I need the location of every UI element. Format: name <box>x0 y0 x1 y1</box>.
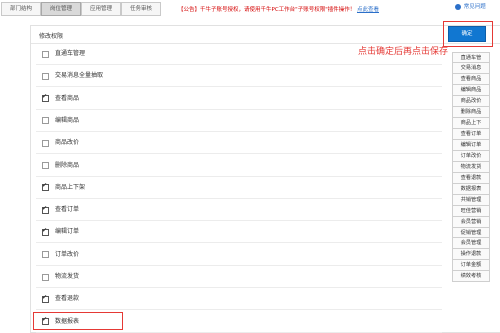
side-list-item[interactable]: 共销管理 <box>452 194 490 206</box>
permission-checkbox[interactable] <box>42 205 49 214</box>
row-divider <box>36 287 442 288</box>
permission-row[interactable]: 查看退款 <box>42 294 80 303</box>
side-list-item[interactable]: 查看退款 <box>452 172 490 184</box>
permission-checkbox[interactable] <box>42 294 49 303</box>
permission-row[interactable]: 直通车管理 <box>42 50 85 58</box>
permission-label: 物流发货 <box>55 273 80 280</box>
row-divider <box>36 153 442 155</box>
row-divider <box>36 309 442 311</box>
permission-label: 删除商品 <box>55 161 80 169</box>
highlight-box <box>33 312 123 330</box>
user-help-icon <box>455 3 461 10</box>
side-list-item[interactable]: 查看商品 <box>452 73 490 85</box>
permission-checkbox[interactable] <box>42 72 49 80</box>
permission-row[interactable]: 编辑商品 <box>42 117 79 125</box>
row-divider <box>36 64 442 65</box>
side-list-item[interactable]: 删除商品 <box>452 106 490 118</box>
permission-row[interactable]: 物流发货 <box>42 273 79 281</box>
permission-checkbox[interactable] <box>42 162 49 169</box>
side-list-item[interactable]: 数据报表 <box>452 183 490 195</box>
permission-row[interactable]: 查看订单 <box>42 205 80 214</box>
permission-checkbox[interactable] <box>42 227 49 236</box>
tab-app-management[interactable]: 应用管理 <box>81 2 121 16</box>
permission-checkbox[interactable] <box>42 251 49 259</box>
permission-label: 交易消息全量抽取 <box>55 72 104 80</box>
side-list-item[interactable]: 会员营销 <box>452 216 490 228</box>
permission-label: 商品改价 <box>55 139 80 147</box>
permission-row[interactable]: 交易消息全量抽取 <box>42 72 103 80</box>
panel-title: 修改权限 <box>39 33 64 40</box>
tab-position-management[interactable]: 岗位管理 <box>41 2 81 16</box>
announcement-link[interactable]: 点此查看 <box>357 7 379 13</box>
side-list-item[interactable]: 直通车管 <box>452 52 490 63</box>
side-list-item[interactable]: 订单改价 <box>452 150 490 162</box>
side-list-item[interactable]: 查看订单 <box>452 128 490 140</box>
help-link[interactable]: 常见问题 <box>455 2 486 10</box>
side-list-item[interactable]: 编辑订单 <box>452 139 490 151</box>
permission-label: 查看订单 <box>55 206 80 214</box>
row-divider <box>36 175 442 177</box>
permission-row[interactable]: 删除商品 <box>42 162 79 170</box>
annotation-hint: 点击确定后再点击保存 <box>358 47 449 57</box>
side-list-item[interactable]: 旺佳营销 <box>452 205 490 217</box>
selected-permissions-list: 直通车管 交易消息 查看商品 编辑商品 商品改价 删除商品 商品上下 查看订单 编辑订单 订单改价… <box>452 52 490 283</box>
row-divider <box>36 264 442 266</box>
permission-label: 订单改价 <box>55 250 80 258</box>
side-list-item[interactable]: 促销管理 <box>452 227 490 239</box>
side-list-item[interactable]: 物流发货 <box>452 161 490 173</box>
permission-row[interactable]: 编辑订单 <box>42 227 80 236</box>
permission-label: 商品上下架 <box>55 183 86 191</box>
permission-row[interactable]: 商品上下架 <box>42 182 86 192</box>
row-divider <box>36 86 442 88</box>
tab-task-review[interactable]: 任务审核 <box>121 2 161 16</box>
permission-row[interactable]: 商品改价 <box>42 139 79 147</box>
help-link-label: 常见问题 <box>463 4 486 10</box>
row-divider <box>36 331 442 333</box>
announcement-text: 【公告】千牛子账号授权，请使用千牛PC工作台"子账号权限"插件操作！ <box>178 7 356 13</box>
side-list-item[interactable]: 订单金额 <box>452 260 490 272</box>
permission-label: 编辑商品 <box>55 116 80 124</box>
permission-checkbox[interactable] <box>42 139 49 147</box>
permission-checkbox[interactable] <box>42 117 49 125</box>
side-list-item[interactable]: 商品改价 <box>452 95 490 107</box>
announcement: 【公告】千牛子账号授权，请使用千牛PC工作台"子账号权限"插件操作！ 点此查看 <box>178 5 379 13</box>
permission-checkbox[interactable] <box>42 93 49 103</box>
row-divider <box>36 108 442 110</box>
confirm-button[interactable]: 确定 <box>448 26 486 42</box>
permission-checkbox[interactable] <box>42 50 49 58</box>
tab-department-structure[interactable]: 部门结构 <box>1 2 41 16</box>
permission-label: 直通车管理 <box>55 50 86 57</box>
permission-label: 查看退款 <box>55 295 80 303</box>
permission-checkbox[interactable] <box>42 182 49 192</box>
side-list-item[interactable]: 交易消息 <box>452 62 490 74</box>
permission-label: 查看商品 <box>55 94 80 102</box>
row-divider <box>36 220 442 222</box>
side-list-item[interactable]: 商品上下 <box>452 117 490 129</box>
side-list-item[interactable]: 会员管理 <box>452 238 490 250</box>
permission-row[interactable]: 订单改价 <box>42 251 79 259</box>
side-list-item[interactable]: 绩效考核 <box>452 271 490 283</box>
permission-label: 编辑订单 <box>55 228 80 236</box>
row-divider <box>36 130 442 132</box>
top-toolbar: 部门结构 岗位管理 应用管理 任务审核 【公告】千牛子账号授权，请使用千牛PC工… <box>0 0 500 20</box>
permission-checkbox[interactable] <box>42 273 49 281</box>
row-divider <box>36 242 442 244</box>
side-list-item[interactable]: 编辑商品 <box>452 84 490 96</box>
permission-row[interactable]: 查看商品 <box>42 93 80 103</box>
side-list-item[interactable]: 操作退款 <box>452 249 490 261</box>
row-divider <box>36 197 442 199</box>
